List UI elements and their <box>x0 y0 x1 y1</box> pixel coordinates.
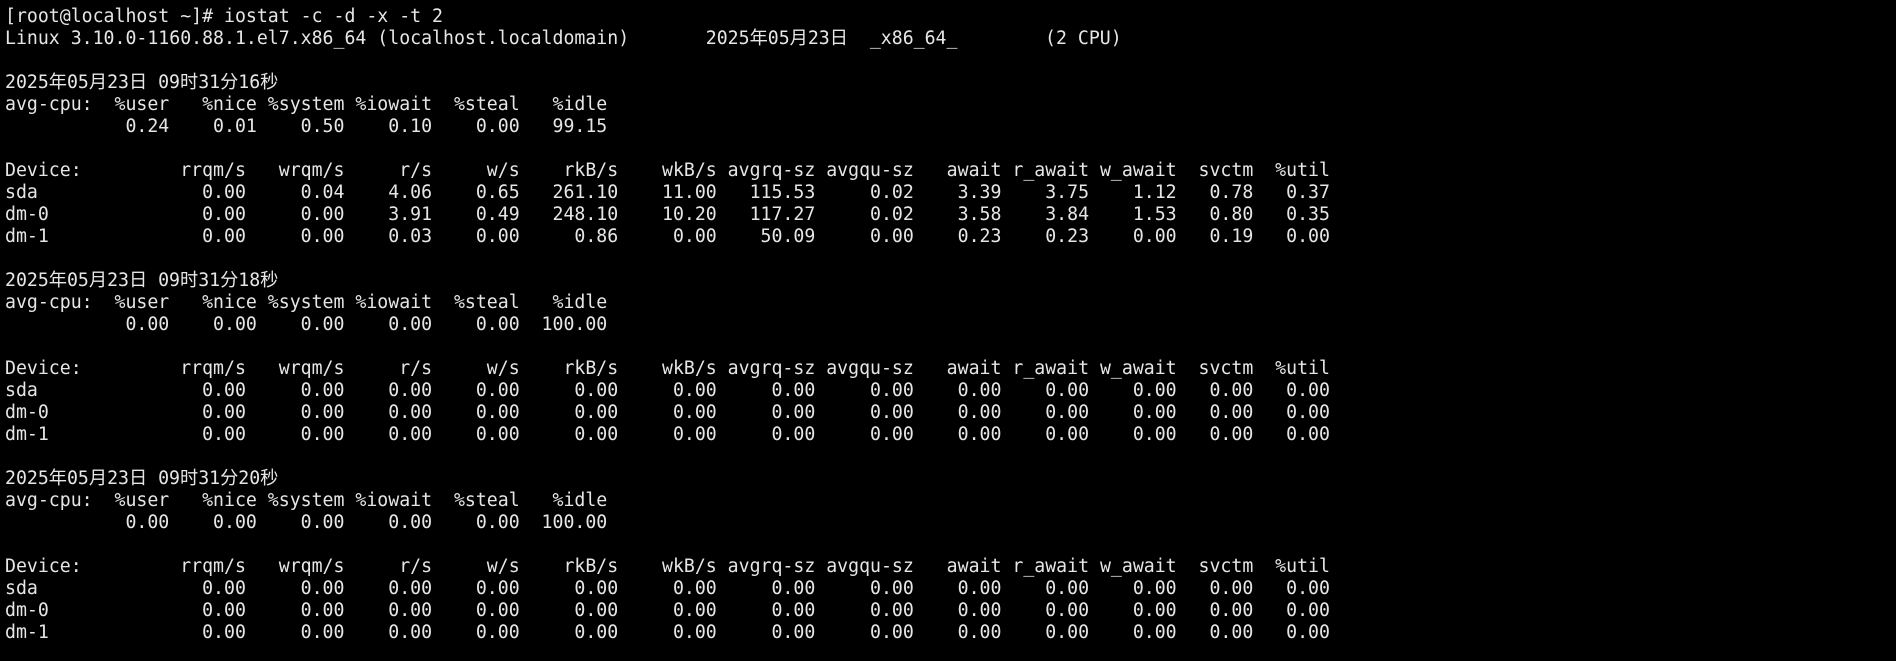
device-header-line: Device: rrqm/s wrqm/s r/s w/s rkB/s wkB/… <box>5 556 1330 577</box>
device-row-line: dm-0 0.00 0.00 0.00 0.00 0.00 0.00 0.00 … <box>5 402 1330 423</box>
device-row-line: sda 0.00 0.00 0.00 0.00 0.00 0.00 0.00 0… <box>5 578 1330 599</box>
timestamp-line: 2025年05月23日 09时31分16秒 <box>5 72 279 93</box>
cpu-header-line: avg-cpu: %user %nice %system %iowait %st… <box>5 94 608 115</box>
terminal-window[interactable]: [root@localhost ~]# iostat -c -d -x -t 2… <box>5 6 1885 654</box>
device-row-line: dm-1 0.00 0.00 0.00 0.00 0.00 0.00 0.00 … <box>5 622 1330 643</box>
cpu-values-line: 0.24 0.01 0.50 0.10 0.00 99.15 <box>5 116 608 137</box>
cpu-values-line: 0.00 0.00 0.00 0.00 0.00 100.00 <box>5 314 608 335</box>
cpu-header-line: avg-cpu: %user %nice %system %iowait %st… <box>5 490 608 511</box>
device-header-line: Device: rrqm/s wrqm/s r/s w/s rkB/s wkB/… <box>5 160 1330 181</box>
device-row-line: dm-1 0.00 0.00 0.03 0.00 0.86 0.00 50.09… <box>5 226 1330 247</box>
timestamp-line: 2025年05月23日 09时31分18秒 <box>5 270 279 291</box>
cpu-values-line: 0.00 0.00 0.00 0.00 0.00 100.00 <box>5 512 608 533</box>
system-info-line: Linux 3.10.0-1160.88.1.el7.x86_64 (local… <box>5 28 1122 49</box>
device-row-line: dm-0 0.00 0.00 0.00 0.00 0.00 0.00 0.00 … <box>5 600 1330 621</box>
device-row-line: sda 0.00 0.00 0.00 0.00 0.00 0.00 0.00 0… <box>5 380 1330 401</box>
device-header-line: Device: rrqm/s wrqm/s r/s w/s rkB/s wkB/… <box>5 358 1330 379</box>
command-prompt-line: [root@localhost ~]# iostat -c -d -x -t 2 <box>5 6 443 27</box>
device-row-line: sda 0.00 0.04 4.06 0.65 261.10 11.00 115… <box>5 182 1330 203</box>
timestamp-line: 2025年05月23日 09时31分20秒 <box>5 468 279 489</box>
device-row-line: dm-0 0.00 0.00 3.91 0.49 248.10 10.20 11… <box>5 204 1330 225</box>
cpu-header-line: avg-cpu: %user %nice %system %iowait %st… <box>5 292 608 313</box>
terminal-output: [root@localhost ~]# iostat -c -d -x -t 2… <box>5 6 1885 644</box>
device-row-line: dm-1 0.00 0.00 0.00 0.00 0.00 0.00 0.00 … <box>5 424 1330 445</box>
